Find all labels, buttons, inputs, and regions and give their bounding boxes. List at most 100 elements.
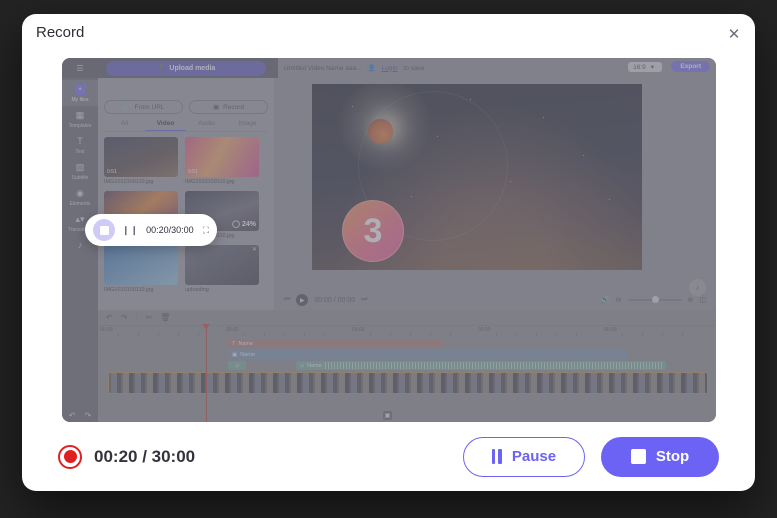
tab-audio[interactable]: Audio: [186, 120, 227, 131]
close-icon[interactable]: ✕: [252, 246, 257, 253]
login-link[interactable]: Login: [382, 65, 398, 72]
tab-image[interactable]: Image: [227, 120, 268, 131]
record-button[interactable]: ▣ Record: [189, 100, 268, 114]
sidebar-item-subtitle[interactable]: ▧ Subtitle: [62, 158, 98, 184]
pause-button[interactable]: Pause: [463, 436, 585, 477]
timeline-track-audio-head[interactable]: ♫: [228, 361, 246, 370]
record-status: 00:20 / 30:00: [58, 444, 196, 469]
from-url-button[interactable]: 🔗 From URL: [104, 100, 183, 114]
stop-button-label: Stop: [655, 448, 690, 465]
timeline-track-text[interactable]: T Name: [228, 339, 443, 348]
music-note-icon: ♪: [77, 240, 83, 250]
stop-button[interactable]: Stop: [601, 436, 719, 477]
timeline-track-audio[interactable]: ♫ Name: [296, 361, 666, 370]
record-timer: 00:20 / 30:00: [94, 446, 196, 466]
volume-icon[interactable]: 🔊: [601, 296, 610, 304]
widget-time: 00:20/30:00: [146, 225, 194, 235]
ruler-label: 00:00: [478, 327, 491, 333]
expand-icon[interactable]: ⛶: [203, 225, 209, 236]
templates-icon: ▦: [75, 110, 85, 120]
media-thumbnail: 0:51: [104, 137, 178, 177]
timeline-ruler[interactable]: 00:00 00:00 00:00 00:00 00:00: [98, 325, 716, 336]
zoom-in-icon[interactable]: ⊕: [688, 296, 694, 304]
media-thumbnail: ✕: [185, 245, 259, 285]
media-filename: IMG1010100110.jpg: [104, 179, 154, 185]
tab-all[interactable]: All: [104, 120, 145, 131]
upload-media-button[interactable]: ➕ Upload media: [106, 60, 266, 76]
record-action-buttons: Pause Stop: [463, 436, 719, 477]
close-icon[interactable]: ✕: [723, 23, 745, 45]
media-item[interactable]: 0:51 IMG1010100110.jpg: [185, 137, 259, 185]
media-tabs: All Video Audio Image: [104, 120, 268, 132]
timeline-track-image[interactable]: ▣ Name: [228, 350, 628, 359]
fit-screen-icon[interactable]: ◫: [699, 296, 706, 304]
media-item[interactable]: ✕ uploading: [185, 245, 259, 293]
sidebar-item-label: Subtitle: [71, 175, 89, 181]
transitions-icon: ▴▾: [75, 214, 85, 224]
export-button[interactable]: Export: [671, 61, 710, 72]
player-controls: ⏮ ▶ 00:00 / 00:00 ⏭ 🔊 ⊖ ⊕ ◫: [274, 290, 716, 310]
editor-topbar: ☰ ➕ Upload media Untitled Video Name aaa…: [62, 58, 716, 78]
media-filename: IMG1010100110.jpg: [185, 179, 235, 185]
sidebar-item-templates[interactable]: ▦ Templates: [62, 106, 98, 132]
zoom-slider[interactable]: [627, 296, 682, 303]
elements-icon: ◉: [76, 188, 84, 198]
image-icon: ▣: [232, 351, 238, 358]
editor-topbar-right: Untitled Video Name aaa... 👤 Login to sa…: [278, 58, 716, 78]
skip-next-icon[interactable]: ⏭: [361, 296, 367, 304]
ruler-label: 00:00: [604, 327, 617, 333]
media-item[interactable]: 0:51 IMG1010100110.jpg: [104, 137, 178, 185]
undo-icon[interactable]: ↶: [69, 411, 76, 420]
playhead[interactable]: [202, 324, 210, 422]
editor-sidebar: + My files ▦ Templates T Text ▧ Subtitle…: [62, 78, 98, 422]
play-icon[interactable]: ▶: [296, 294, 309, 306]
music-note-icon: ♫: [300, 362, 305, 369]
ruler-label: 00:00: [352, 327, 365, 333]
text-icon: T: [232, 340, 236, 347]
sidebar-item-label: My files: [71, 97, 89, 103]
ruler-label: 00:00: [100, 327, 113, 333]
upload-progress: ◯ 24%: [232, 220, 256, 229]
media-duration: 0:51: [107, 169, 117, 175]
sidebar-item-my-files[interactable]: + My files: [62, 80, 98, 106]
sidebar-item-elements[interactable]: ◉ Elements: [62, 184, 98, 210]
progress-ring-icon: ◯: [232, 221, 240, 228]
media-filename: IMG1010100110.jpg: [104, 287, 154, 293]
floating-recorder-widget[interactable]: ❙❙ 00:20/30:00 ⛶: [85, 214, 217, 246]
trash-icon[interactable]: 🗑: [160, 313, 170, 322]
sidebar-item-text[interactable]: T Text: [62, 132, 98, 158]
sidebar-item-label: Elements: [69, 201, 91, 207]
text-icon: T: [77, 136, 83, 146]
skip-previous-icon[interactable]: ⏮: [284, 296, 290, 304]
track-label: Name: [307, 362, 322, 369]
tab-video[interactable]: Video: [145, 120, 186, 131]
aspect-ratio-select[interactable]: 16:9 ▾: [628, 62, 662, 72]
uploading-status: uploading: [185, 287, 209, 293]
user-off-icon: 👤: [367, 65, 376, 72]
track-label: Name: [240, 351, 255, 358]
subtitle-icon: ▧: [75, 162, 85, 172]
media-item[interactable]: IMG1010100110.jpg: [104, 245, 178, 293]
countdown-badge: 3: [342, 200, 404, 262]
media-source-buttons: 🔗 From URL ▣ Record: [104, 100, 268, 114]
undo-icon[interactable]: ↶: [106, 313, 113, 322]
project-name[interactable]: Untitled Video Name aaa...: [284, 65, 362, 72]
ruler-label: 00:00: [226, 327, 239, 333]
hamburger-menu-icon[interactable]: ☰: [62, 64, 98, 73]
video-canvas[interactable]: 3: [312, 84, 642, 270]
sidebar-item-label: Text: [75, 149, 85, 155]
sidebar-item-label: Templates: [68, 123, 92, 129]
redo-icon[interactable]: ↷: [121, 313, 128, 322]
timeline-filmstrip[interactable]: [108, 372, 708, 394]
stop-square-icon: [630, 449, 646, 464]
pause-icon[interactable]: ❙❙: [122, 225, 139, 236]
link-icon: 🔗: [122, 104, 131, 111]
record-dot-icon: [58, 444, 82, 469]
media-thumbnail: 0:51: [185, 137, 259, 177]
zoom-out-icon[interactable]: ⊖: [616, 296, 622, 304]
audio-waveform: [324, 362, 664, 369]
scissors-icon[interactable]: ✂: [145, 313, 152, 322]
split-icon[interactable]: ▣: [383, 411, 392, 420]
redo-icon[interactable]: ↷: [85, 411, 92, 420]
stop-square-icon[interactable]: [93, 219, 115, 241]
